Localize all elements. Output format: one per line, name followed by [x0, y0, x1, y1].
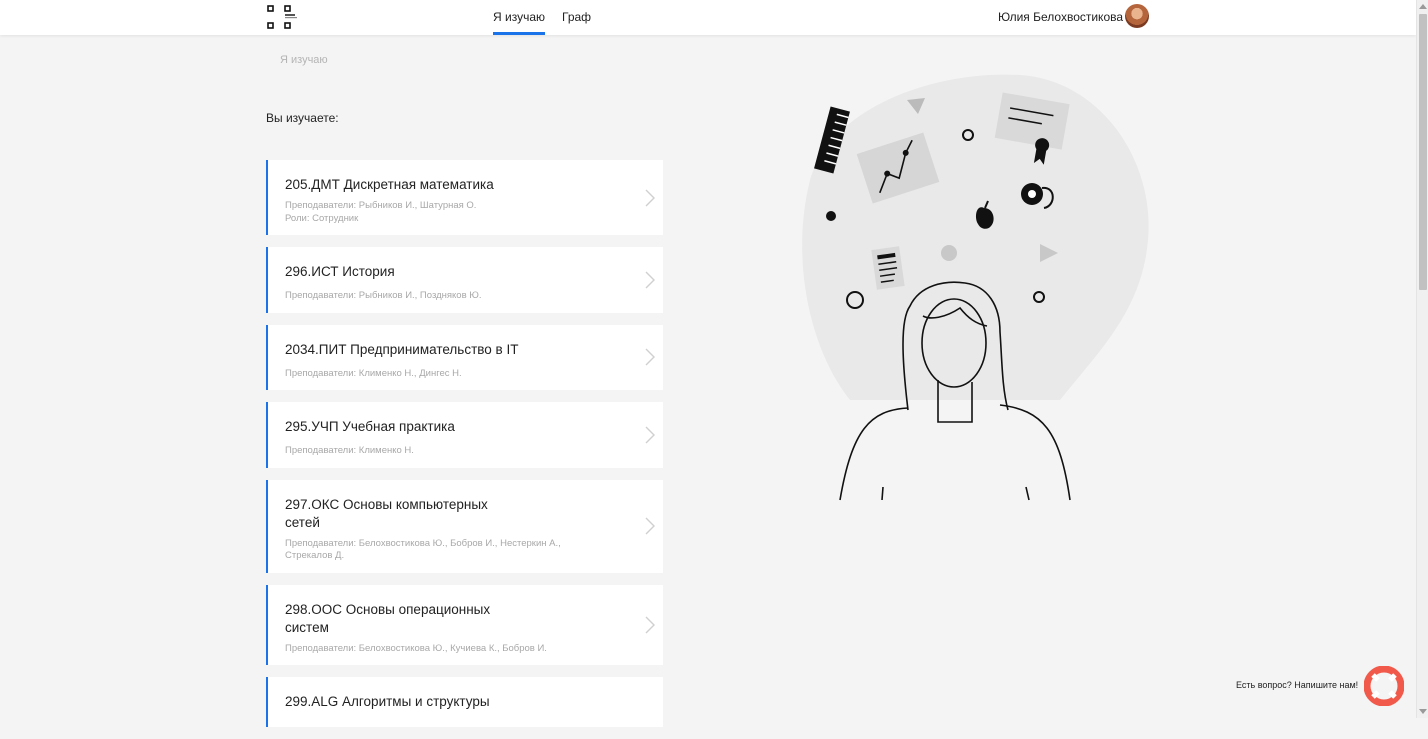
- course-card[interactable]: 299.ALG Алгоритмы и структуры: [266, 677, 663, 727]
- lifebuoy-help-icon[interactable]: [1364, 666, 1404, 706]
- course-title: 299.ALG Алгоритмы и структуры: [285, 694, 490, 709]
- student-illustration: [802, 74, 1149, 501]
- course-card[interactable]: 2034.ПИТ Предпринимательство в IT Препод…: [266, 324, 663, 390]
- logo-icon[interactable]: [266, 4, 300, 30]
- course-teachers: Преподаватели: Белохвостикова Ю., Бобров…: [285, 537, 561, 562]
- course-teachers: Преподаватели: Белохвостикова Ю., Кучиев…: [285, 642, 547, 654]
- chevron-right-icon: [645, 616, 655, 634]
- course-title: 2034.ПИТ Предпринимательство в IT: [285, 341, 519, 357]
- scroll-up-icon[interactable]: [1419, 4, 1427, 9]
- section-heading: Вы изучаете:: [266, 111, 339, 125]
- course-title: 205.ДМТ Дискретная математика: [285, 177, 494, 192]
- course-teachers: Преподаватели: Рыбников И., Поздняков Ю.: [285, 290, 482, 301]
- vertical-scrollbar[interactable]: [1416, 0, 1428, 718]
- course-card[interactable]: 295.УЧП Учебная практика Преподаватели: …: [266, 402, 663, 468]
- avatar[interactable]: [1125, 4, 1149, 28]
- course-roles: Роли: Сотрудник: [285, 212, 359, 224]
- chevron-right-icon: [645, 189, 655, 206]
- course-card[interactable]: 298.ООС Основы операционных систем Препо…: [266, 584, 663, 665]
- help-prompt-text[interactable]: Есть вопрос? Напишите нам!: [1236, 680, 1358, 690]
- course-card[interactable]: 297.ОКС Основы компьютерных сетей Препод…: [266, 479, 663, 573]
- course-title: 295.УЧП Учебная практика: [285, 419, 455, 434]
- chevron-right-icon: [645, 271, 655, 289]
- course-title: 296.ИСТ История: [285, 264, 395, 279]
- tab-graph[interactable]: Граф: [562, 0, 591, 35]
- top-navigation-bar: Я изучаю Граф Юлия Белохвостикова: [0, 0, 1416, 35]
- course-title: 298.ООС Основы операционных систем: [285, 601, 491, 635]
- tab-i-study[interactable]: Я изучаю: [493, 0, 545, 35]
- chevron-right-icon: [645, 426, 655, 444]
- scroll-down-icon[interactable]: [1419, 709, 1427, 714]
- scrollbar-thumb[interactable]: [1419, 14, 1427, 290]
- breadcrumb[interactable]: Я изучаю: [280, 54, 328, 66]
- course-card[interactable]: 205.ДМТ Дискретная математика Преподават…: [266, 160, 663, 235]
- chevron-right-icon: [645, 348, 655, 366]
- chevron-right-icon: [645, 517, 655, 535]
- course-title: 297.ОКС Основы компьютерных сетей: [285, 496, 488, 530]
- course-teachers: Преподаватели: Клименко Н.: [285, 445, 414, 456]
- course-card[interactable]: 296.ИСТ История Преподаватели: Рыбников …: [266, 247, 663, 313]
- course-teachers: Преподаватели: Клименко Н., Дингес Н.: [285, 367, 462, 379]
- course-teachers: Преподаватели: Рыбников И., Шатурная О.: [285, 200, 477, 211]
- course-list: 205.ДМТ Дискретная математика Преподават…: [266, 160, 663, 739]
- user-name[interactable]: Юлия Белохвостикова: [998, 0, 1123, 35]
